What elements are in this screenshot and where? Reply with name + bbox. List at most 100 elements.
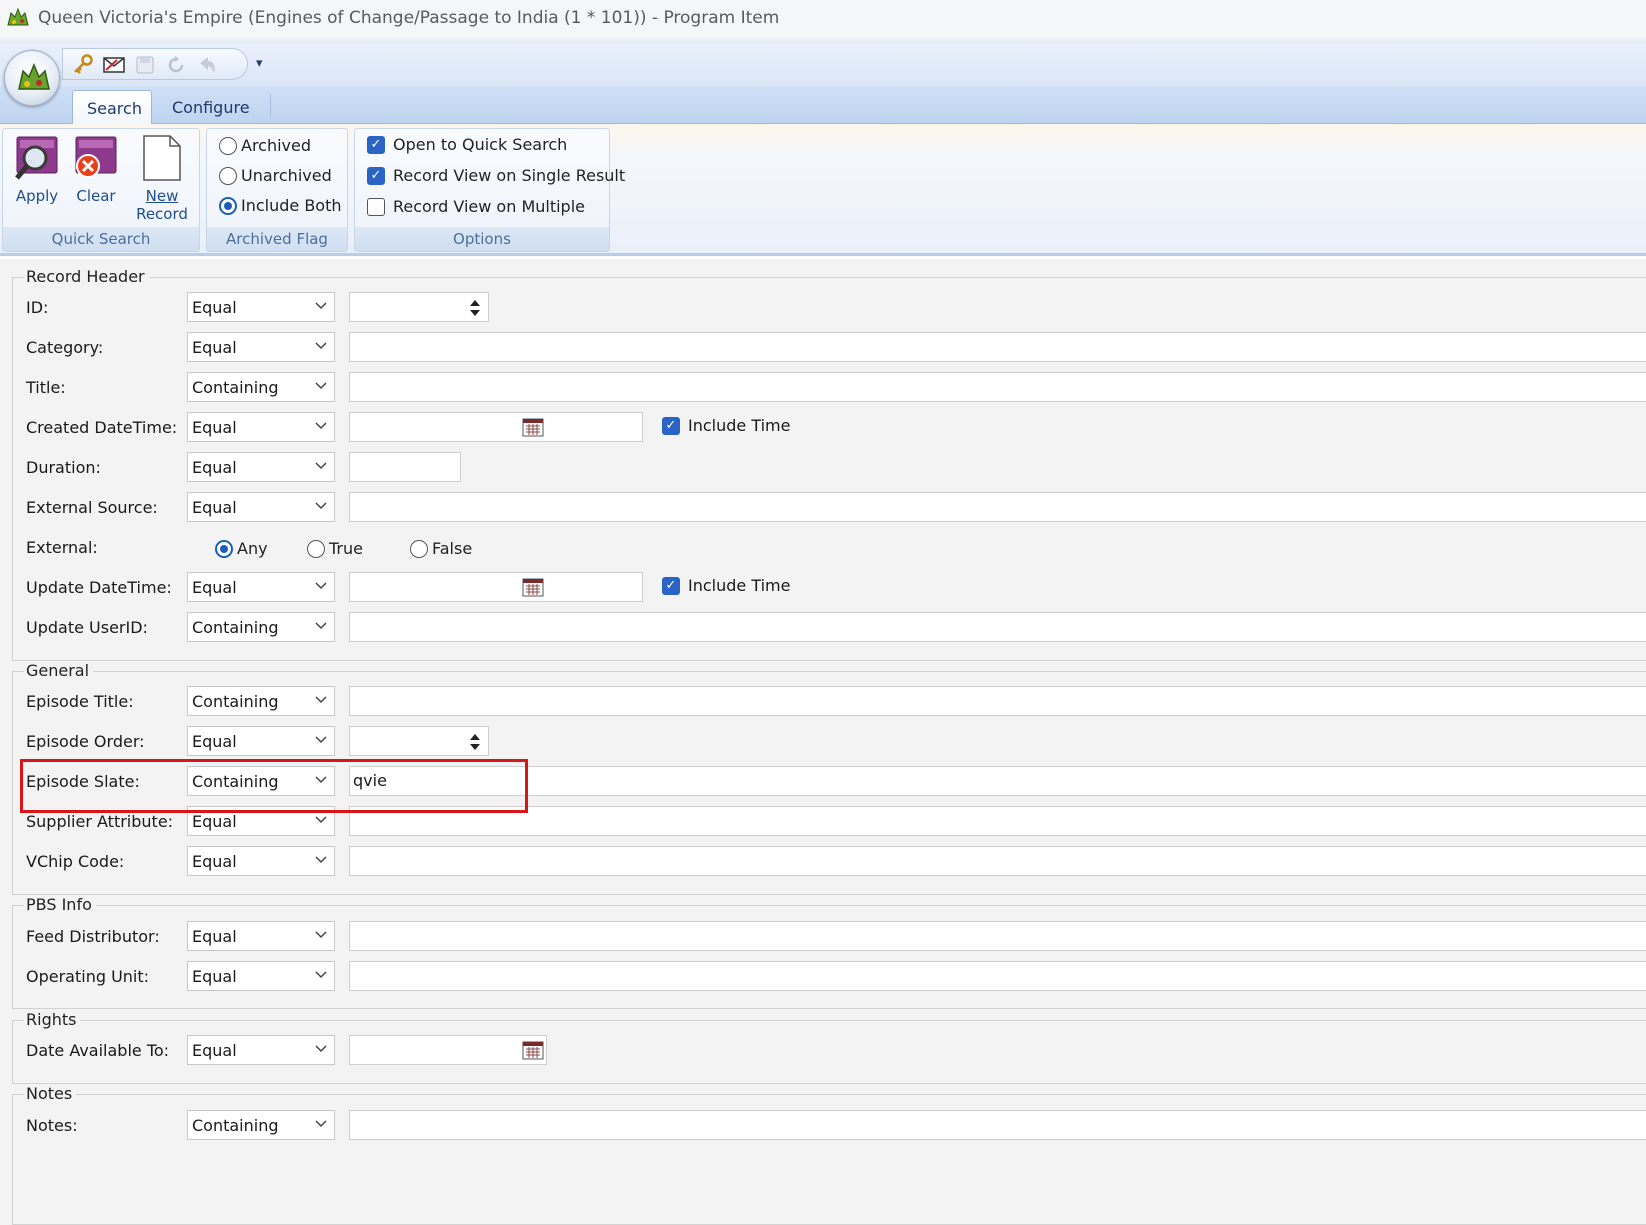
external-label: External: xyxy=(26,538,98,557)
apply-button[interactable]: Apply xyxy=(9,133,65,205)
apply-label: Apply xyxy=(15,187,59,205)
external-true-radio[interactable]: True xyxy=(307,539,363,558)
external-any-label: Any xyxy=(237,539,268,558)
feed-distributor-label: Feed Distributor: xyxy=(26,927,160,946)
operating-unit-label: Operating Unit: xyxy=(26,967,150,986)
customize-toolbar-icon[interactable]: ▾ xyxy=(256,56,263,71)
mail-icon[interactable] xyxy=(103,54,125,76)
calendar-icon[interactable] xyxy=(522,1040,544,1060)
episode-order-operator-select[interactable]: Equal xyxy=(187,726,335,756)
duration-input[interactable] xyxy=(349,452,461,482)
open-quick-search-option[interactable]: ✓ Open to Quick Search xyxy=(367,135,567,154)
notes-operator-select[interactable]: Containing xyxy=(187,1110,335,1140)
update-datetime-input[interactable] xyxy=(349,572,643,602)
radio-unarchived[interactable] xyxy=(219,166,237,185)
calendar-icon[interactable] xyxy=(522,577,544,597)
update-userid-operator-value: Containing xyxy=(192,618,279,637)
options-group: ✓ Open to Quick Search ✓ Record View on Si… xyxy=(354,128,625,252)
update-userid-input[interactable] xyxy=(349,612,1646,642)
undo-icon[interactable] xyxy=(196,54,218,76)
general-legend: General xyxy=(24,661,94,680)
category-operator-select[interactable]: Equal xyxy=(187,332,335,362)
clear-button[interactable]: Clear xyxy=(69,133,123,205)
key-icon[interactable] xyxy=(72,54,94,76)
spinner-icon[interactable] xyxy=(466,731,484,753)
id-label: ID: xyxy=(26,298,49,317)
created-datetime-input[interactable] xyxy=(349,412,643,442)
episode-slate-input[interactable]: qvie xyxy=(349,766,1646,796)
chevron-down-icon xyxy=(315,382,327,390)
notes-input[interactable] xyxy=(349,1110,1646,1140)
id-input[interactable] xyxy=(349,292,489,322)
feed-distributor-input[interactable] xyxy=(349,921,1646,951)
supplier-attribute-input[interactable] xyxy=(349,806,1646,836)
supplier-attribute-operator-select[interactable]: Equal xyxy=(187,806,335,836)
radio-archived[interactable] xyxy=(219,136,237,155)
record-view-single-label: Record View on Single Result xyxy=(393,166,626,185)
new-record-label-2: Record xyxy=(136,205,188,223)
chevron-down-icon xyxy=(315,1120,327,1128)
date-available-to-operator-select[interactable]: Equal xyxy=(187,1035,335,1065)
record-view-single-option[interactable]: ✓ Record View on Single Result xyxy=(367,166,625,185)
date-available-to-input[interactable] xyxy=(349,1035,547,1065)
save-icon[interactable] xyxy=(134,54,156,76)
vchip-code-operator-select[interactable]: Equal xyxy=(187,846,335,876)
external-source-input[interactable] xyxy=(349,492,1646,522)
radio-external-false[interactable] xyxy=(410,539,428,558)
clear-icon xyxy=(71,133,121,183)
archived-radio[interactable]: Archived xyxy=(219,136,311,155)
checkbox-open-quick-search[interactable]: ✓ xyxy=(367,135,385,154)
title-operator-value: Containing xyxy=(192,378,279,397)
episode-title-input[interactable] xyxy=(349,686,1646,716)
chevron-down-icon xyxy=(315,816,327,824)
clear-label: Clear xyxy=(76,187,116,205)
external-false-radio[interactable]: False xyxy=(410,539,472,558)
external-any-radio[interactable]: Any xyxy=(215,539,268,558)
include-both-radio[interactable]: Include Both xyxy=(219,196,342,215)
tab-search[interactable]: Search xyxy=(72,90,152,124)
checkbox-update-include-time[interactable]: ✓ xyxy=(662,576,680,595)
episode-title-label: Episode Title: xyxy=(26,692,134,711)
notes-operator-value: Containing xyxy=(192,1116,279,1135)
episode-slate-label: Episode Slate: xyxy=(26,772,140,791)
application-menu-button[interactable] xyxy=(4,50,60,106)
spinner-icon[interactable] xyxy=(466,297,484,319)
operating-unit-input[interactable] xyxy=(349,961,1646,991)
duration-operator-select[interactable]: Equal xyxy=(187,452,335,482)
episode-order-input[interactable] xyxy=(349,726,489,756)
episode-title-operator-select[interactable]: Containing xyxy=(187,686,335,716)
record-view-multiple-option[interactable]: Record View on Multiple xyxy=(367,197,585,216)
calendar-icon[interactable] xyxy=(522,417,544,437)
episode-order-label: Episode Order: xyxy=(26,732,145,751)
chevron-down-icon xyxy=(315,302,327,310)
episode-slate-operator-select[interactable]: Containing xyxy=(187,766,335,796)
update-userid-operator-select[interactable]: Containing xyxy=(187,612,335,642)
chevron-down-icon xyxy=(315,502,327,510)
feed-distributor-operator-select[interactable]: Equal xyxy=(187,921,335,951)
created-include-time-option[interactable]: ✓ Include Time xyxy=(662,416,790,435)
unarchived-radio[interactable]: Unarchived xyxy=(219,166,332,185)
pbs-info-legend: PBS Info xyxy=(24,895,96,914)
new-record-button[interactable]: New Record xyxy=(129,133,195,223)
radio-external-any[interactable] xyxy=(215,539,233,558)
update-include-time-option[interactable]: ✓ Include Time xyxy=(662,576,790,595)
vchip-code-input[interactable] xyxy=(349,846,1646,876)
checkbox-record-view-multiple[interactable] xyxy=(367,197,385,216)
checkbox-record-view-single[interactable]: ✓ xyxy=(367,166,385,185)
created-datetime-operator-select[interactable]: Equal xyxy=(187,412,335,442)
radio-external-true[interactable] xyxy=(307,539,325,558)
duration-operator-value: Equal xyxy=(192,458,237,477)
title-input[interactable] xyxy=(349,372,1646,402)
category-input[interactable] xyxy=(349,332,1646,362)
radio-include-both[interactable] xyxy=(219,196,237,215)
created-datetime-operator-value: Equal xyxy=(192,418,237,437)
update-datetime-operator-select[interactable]: Equal xyxy=(187,572,335,602)
refresh-icon[interactable] xyxy=(165,54,187,76)
update-include-time-label: Include Time xyxy=(688,576,791,595)
operating-unit-operator-select[interactable]: Equal xyxy=(187,961,335,991)
tab-configure[interactable]: Configure xyxy=(158,90,264,124)
external-source-operator-select[interactable]: Equal xyxy=(187,492,335,522)
id-operator-select[interactable]: Equal xyxy=(187,292,335,322)
title-operator-select[interactable]: Containing xyxy=(187,372,335,402)
checkbox-created-include-time[interactable]: ✓ xyxy=(662,416,680,435)
